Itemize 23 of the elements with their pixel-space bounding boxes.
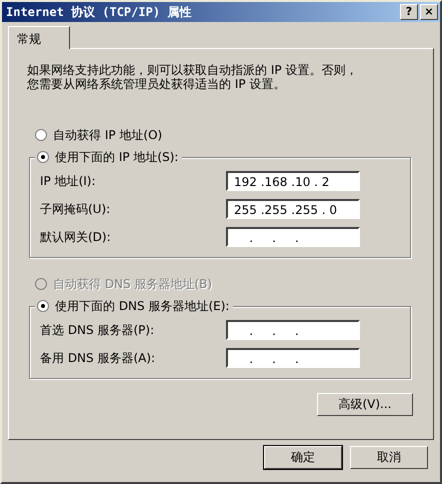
cancel-button[interactable]: 取消	[350, 446, 428, 469]
ip-address-field[interactable]: 255 .255 .255 . 0	[226, 199, 360, 219]
ip-address-field[interactable]: . . .	[226, 227, 360, 247]
radio-button[interactable]	[35, 129, 47, 141]
intro-text: 如果网络支持此功能，则可以获取自动指派的 IP 设置。否则，	[27, 63, 358, 77]
field-label: 首选 DNS 服务器(P):	[40, 322, 154, 338]
ip-address-field[interactable]: . . .	[226, 320, 360, 340]
ip-address-field[interactable]: . . .	[226, 348, 360, 368]
window-title: Internet 协议 (TCP/IP) 属性	[6, 4, 192, 20]
ok-button[interactable]: 确定	[264, 446, 342, 469]
field-label: 默认网关(D):	[40, 228, 111, 246]
field-label: IP 地址(I):	[40, 172, 96, 190]
close-button[interactable]: ×	[420, 4, 438, 20]
intro-text: 您需要从网络系统管理员处获得适当的 IP 设置。	[27, 77, 286, 91]
field-label: 备用 DNS 服务器(A):	[40, 350, 156, 366]
tab[interactable]: 常规	[8, 26, 70, 49]
radio-button[interactable]	[37, 300, 49, 312]
radio-label[interactable]: 自动获得 IP 地址(O)	[53, 126, 162, 144]
help-button[interactable]: ?	[400, 4, 418, 20]
field-label: 子网掩码(U):	[40, 200, 110, 218]
ip-address-field[interactable]: 192 .168 .10 . 2	[226, 171, 360, 191]
radio-button[interactable]	[37, 151, 49, 163]
advanced-button[interactable]: 高级(V)...	[317, 393, 413, 416]
